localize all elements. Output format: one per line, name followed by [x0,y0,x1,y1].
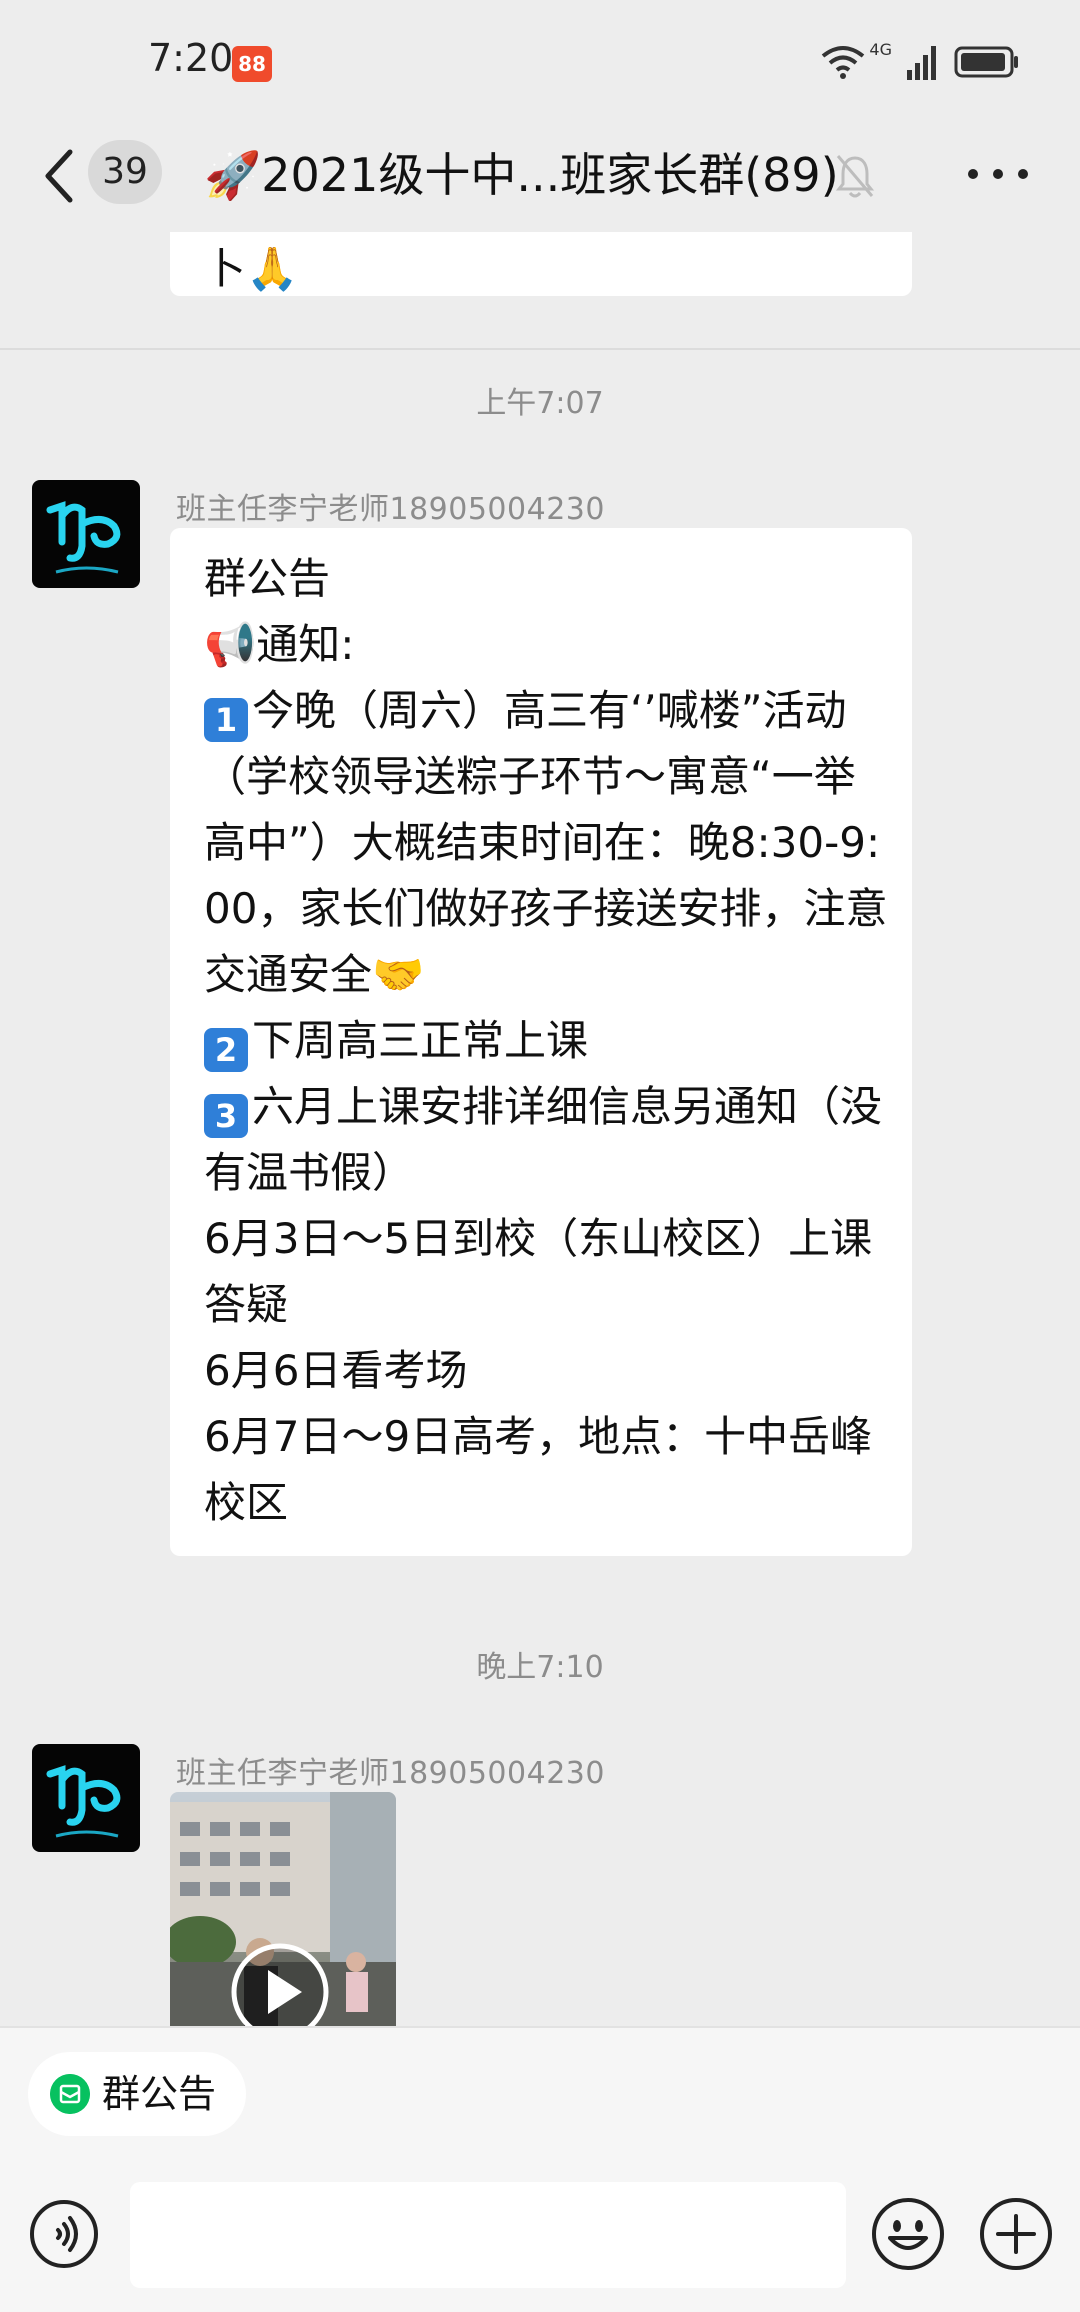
plus-icon[interactable] [978,2196,1054,2272]
announcement-item-3: 六月上课安排详细信息另通知（没有温书假） [204,1082,883,1197]
avatar[interactable] [32,480,140,588]
video-message-thumbnail[interactable] [170,1792,396,2026]
unread-count-badge[interactable]: 39 [88,140,162,204]
emoji-icon[interactable] [870,2196,946,2272]
capricorn-avatar-icon [46,1765,121,1838]
capricorn-avatar-icon [46,501,121,574]
message-input[interactable] [130,2182,846,2288]
message-text: 卜🙏 [204,244,299,293]
more-options-button[interactable] [968,146,1028,202]
chat-message-list[interactable]: 卜🙏 上午7:07 班主任李宁老师18905004230 群公告 📢通知: 1今… [0,232,1080,2026]
battery-icon [954,46,1018,78]
signal-icon [907,46,936,80]
status-time: 7:20 [148,36,234,80]
notice-line: 📢通知: [204,620,355,669]
play-icon[interactable] [228,1940,332,2026]
sender-name: 班主任李宁老师18905004230 [176,492,605,527]
message-timestamp: 上午7:07 [476,386,604,421]
announcement-message-bubble[interactable]: 群公告 📢通知: 1 今晚（周六）高三有‘’喊楼”活动（学校领导送粽子环节～寓意“… [170,528,912,1556]
announcement-item-2: 下周高三正常上课 [252,1016,589,1065]
announcement-heading: 群公告 [204,554,331,603]
keycap-three-icon: 3 [204,1094,248,1138]
message-timestamp: 晚上7:10 [476,1650,604,1685]
keycap-one-icon: 1 [204,698,248,742]
group-notice-label: 群公告 [102,2072,217,2116]
status-indicators: 4G [821,40,1020,84]
back-arrow-icon[interactable] [40,144,80,208]
schedule-line-2: 6月6日看考场 [204,1346,468,1395]
app-notification-icon: 88 [232,46,272,82]
keycap-two-icon: 2 [204,1028,248,1072]
chat-title[interactable]: 🚀2021级十中...班家长群(89) [204,140,839,210]
schedule-line-3: 6月7日～9日高考，地点：十中岳峰校区 [204,1412,873,1527]
network-label: 4G [869,40,892,59]
notice-icon [50,2074,90,2114]
announcement-item-1: 今晚（周六）高三有‘’喊楼”活动（学校领导送粽子环节～寓意“一举高中”）大概结束… [204,686,888,999]
avatar[interactable] [32,1744,140,1852]
status-bar: 7:20 88 4G [0,0,1080,120]
sender-name: 班主任李宁老师18905004230 [176,1756,605,1791]
mute-bell-icon [835,155,875,198]
bottom-input-area: 群公告 [0,2026,1080,2312]
wifi-icon [822,46,865,79]
voice-icon[interactable] [28,2198,100,2270]
previous-message-bubble[interactable]: 卜🙏 [170,232,912,296]
group-notice-chip[interactable]: 群公告 [28,2052,246,2136]
announcement-text: 群公告 📢通知: 1 今晚（周六）高三有‘’喊楼”活动（学校领导送粽子环节～寓意“… [204,546,890,1536]
chat-header: 39 🚀2021级十中...班家长群(89) [0,120,1080,350]
schedule-line-1: 6月3日～5日到校（东山校区）上课答疑 [204,1214,873,1329]
more-dots-icon [968,169,978,179]
